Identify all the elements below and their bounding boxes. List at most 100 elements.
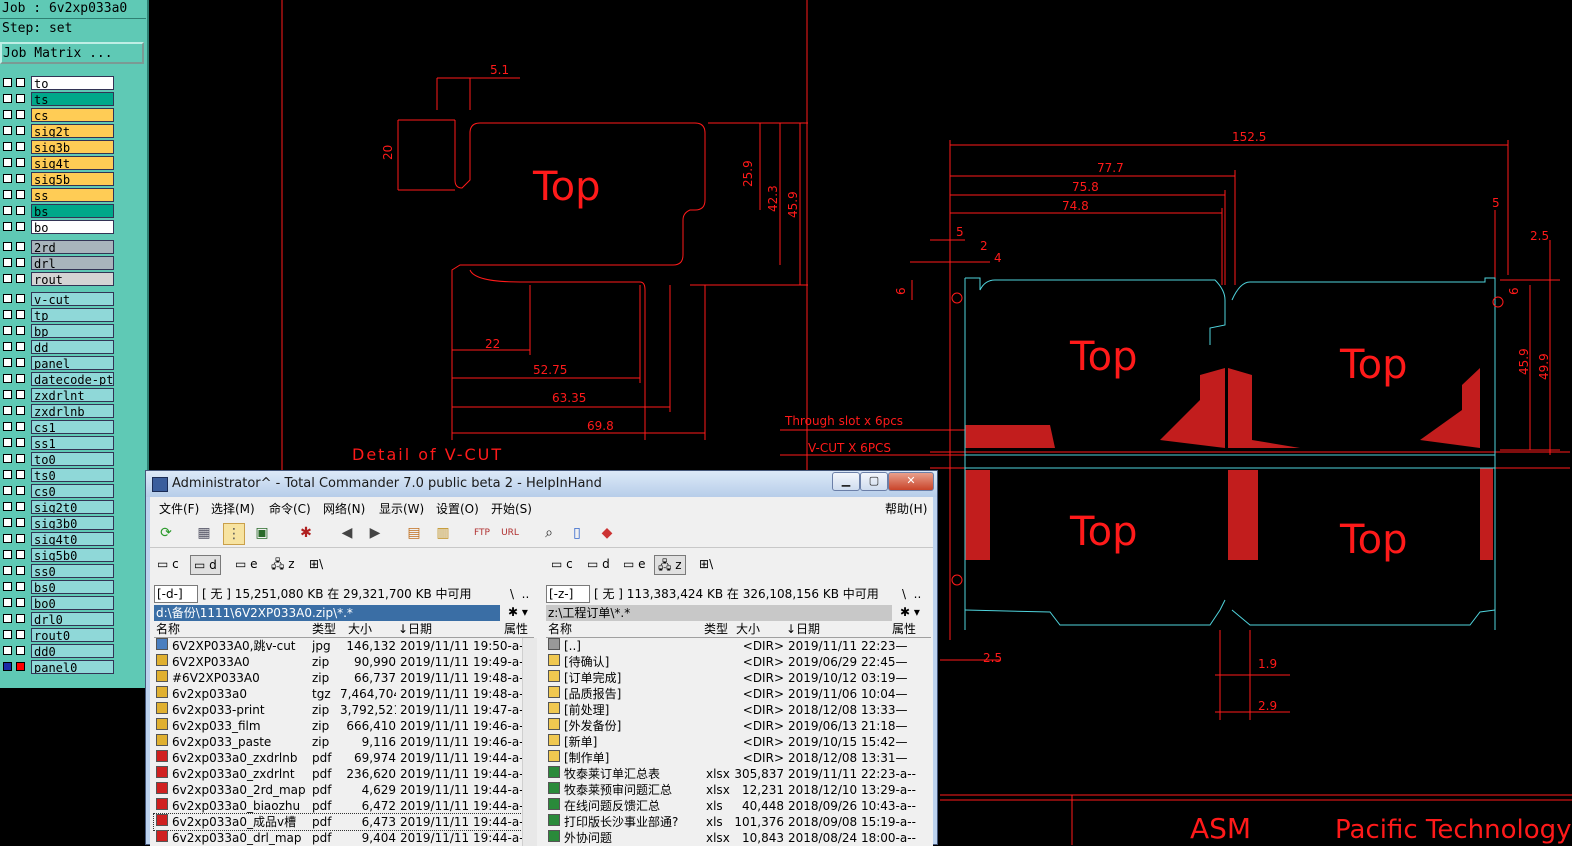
total-commander-window[interactable]: Administrator^ - Total Commander 7.0 pub… xyxy=(145,470,938,846)
layer-checkbox[interactable] xyxy=(3,486,12,495)
drive-d-button[interactable]: ▭ d xyxy=(190,555,221,575)
file-row[interactable]: 6v2xp033a0_drl_map pdf 9,404 2019/11/11 19:… xyxy=(154,830,528,846)
layer-affected-checkbox[interactable] xyxy=(16,518,25,527)
layer-row[interactable]: drl0 xyxy=(0,612,118,626)
layer-affected-checkbox[interactable] xyxy=(16,550,25,559)
layer-checkbox[interactable] xyxy=(3,454,12,463)
refresh-icon[interactable]: ⟳ xyxy=(156,523,176,543)
layer-affected-checkbox[interactable] xyxy=(16,110,25,119)
layer-checkbox[interactable] xyxy=(3,206,12,215)
layer-row[interactable]: ss1 xyxy=(0,436,118,450)
col-attr[interactable]: 属性 xyxy=(892,621,916,637)
right-drive-combo[interactable]: [-z-] xyxy=(546,585,590,603)
layer-row[interactable]: tp xyxy=(0,308,118,322)
multi-rename-icon[interactable]: ◆ xyxy=(597,523,617,543)
layer-name[interactable]: cs0 xyxy=(31,484,114,498)
layer-name[interactable]: bs xyxy=(31,204,114,218)
network-button[interactable]: ⊞\ xyxy=(306,555,326,573)
layer-checkbox[interactable] xyxy=(3,550,12,559)
file-row[interactable]: [制作单] <DIR> 2018/12/08 13:31— xyxy=(546,750,914,766)
layer-name[interactable]: panel xyxy=(31,356,114,370)
layer-affected-checkbox[interactable] xyxy=(16,582,25,591)
ftp-icon[interactable]: FTP xyxy=(472,523,492,543)
right-path[interactable]: z:\工程订单\*.* xyxy=(546,605,892,621)
layer-affected-checkbox[interactable] xyxy=(16,486,25,495)
layer-row[interactable]: rout xyxy=(0,272,118,286)
minimize-button[interactable]: ▁ xyxy=(832,472,860,491)
layer-affected-checkbox[interactable] xyxy=(16,534,25,543)
layer-checkbox[interactable] xyxy=(3,126,12,135)
layer-affected-checkbox[interactable] xyxy=(16,78,25,87)
menu-view[interactable]: 显示(W) xyxy=(379,500,424,517)
brief-view-icon[interactable]: ▦ xyxy=(194,523,214,543)
layer-affected-checkbox[interactable] xyxy=(16,158,25,167)
layer-affected-checkbox[interactable] xyxy=(16,310,25,319)
layer-affected-checkbox[interactable] xyxy=(16,374,25,383)
job-matrix-button[interactable]: Job Matrix ... xyxy=(0,42,144,64)
layer-checkbox[interactable] xyxy=(3,310,12,319)
layer-affected-checkbox[interactable] xyxy=(16,422,25,431)
layer-checkbox[interactable] xyxy=(3,258,12,267)
layer-name[interactable]: to xyxy=(31,76,114,90)
layer-row[interactable]: zxdrlnb xyxy=(0,404,118,418)
layer-checkbox[interactable] xyxy=(3,406,12,415)
layer-checkbox[interactable] xyxy=(3,566,12,575)
close-button[interactable]: ✕ xyxy=(888,472,934,491)
drive-z-button[interactable]: 🖧 z xyxy=(654,555,686,575)
layer-row[interactable]: panel xyxy=(0,356,118,370)
layer-affected-checkbox[interactable] xyxy=(16,174,25,183)
layer-affected-checkbox[interactable] xyxy=(16,126,25,135)
layer-name[interactable]: ts xyxy=(31,92,114,106)
layer-checkbox[interactable] xyxy=(3,646,12,655)
layer-row[interactable]: sig3b xyxy=(0,140,118,154)
file-row[interactable]: [待确认] <DIR> 2019/06/29 22:45— xyxy=(546,654,914,670)
file-row[interactable]: 6v2xp033a0_zxdrlnt pdf 236,620 2019/11/11 1… xyxy=(154,766,528,782)
layer-row[interactable]: 2rd xyxy=(0,240,118,254)
file-row[interactable]: 外协问题 xlsx 10,843 2018/08/24 18:00-a-- xyxy=(546,830,916,846)
col-date[interactable]: ↓日期 xyxy=(398,621,432,637)
layer-row[interactable]: sig4t0 xyxy=(0,532,118,546)
layer-affected-checkbox[interactable] xyxy=(16,358,25,367)
layer-name[interactable]: sig2t0 xyxy=(31,500,114,514)
layer-affected-checkbox[interactable] xyxy=(16,454,25,463)
layer-affected-checkbox[interactable] xyxy=(16,406,25,415)
file-row[interactable]: [订单完成] <DIR> 2019/10/12 03:19— xyxy=(546,670,914,686)
layer-name[interactable]: bo0 xyxy=(31,596,114,610)
left-history-button[interactable]: ✱ ▾ xyxy=(508,603,528,621)
layer-name[interactable]: rout xyxy=(31,272,114,286)
layer-affected-checkbox[interactable] xyxy=(16,470,25,479)
col-size[interactable]: 大小 xyxy=(348,621,372,637)
file-row[interactable]: 打印版长沙事业部通? xls 101,376 2018/09/08 15:19-a-- xyxy=(546,814,916,830)
layer-row[interactable]: rout0 xyxy=(0,628,118,642)
layer-affected-checkbox[interactable] xyxy=(16,614,25,623)
file-row[interactable]: 6V2XP033A0 zip 90,990 2019/11/11 19:49-a-- xyxy=(154,654,528,670)
back-icon[interactable]: ◀ xyxy=(337,523,357,543)
layer-row[interactable]: ts0 xyxy=(0,468,118,482)
layer-affected-checkbox[interactable] xyxy=(16,630,25,639)
right-root-button[interactable]: \ .. xyxy=(902,585,921,603)
layer-row[interactable]: panel0 xyxy=(0,660,118,674)
layer-row[interactable]: ss xyxy=(0,188,118,202)
drive-e-button[interactable]: ▭ e xyxy=(620,555,649,573)
layer-name[interactable]: to0 xyxy=(31,452,114,466)
layer-name[interactable]: bs0 xyxy=(31,580,114,594)
layer-checkbox[interactable] xyxy=(3,374,12,383)
layer-name[interactable]: drl0 xyxy=(31,612,114,626)
layer-affected-checkbox[interactable] xyxy=(16,242,25,251)
tree-view-icon[interactable]: ⋮ xyxy=(223,523,245,545)
layer-row[interactable]: cs xyxy=(0,108,118,122)
layer-checkbox[interactable] xyxy=(3,242,12,251)
col-date[interactable]: ↓日期 xyxy=(786,621,820,637)
layer-checkbox[interactable] xyxy=(3,222,12,231)
layer-name[interactable]: datecode-pto xyxy=(31,372,114,386)
col-size[interactable]: 大小 xyxy=(736,621,760,637)
layer-name[interactable]: drl xyxy=(31,256,114,270)
layer-checkbox[interactable] xyxy=(3,534,12,543)
thumbnail-icon[interactable]: ▣ xyxy=(252,523,272,543)
select-icon[interactable]: ✱ xyxy=(296,523,316,543)
layer-row[interactable]: sig2t0 xyxy=(0,500,118,514)
layer-name[interactable]: sig3b0 xyxy=(31,516,114,530)
layer-checkbox[interactable] xyxy=(3,294,12,303)
layer-affected-checkbox[interactable] xyxy=(16,646,25,655)
layer-row[interactable]: bo0 xyxy=(0,596,118,610)
